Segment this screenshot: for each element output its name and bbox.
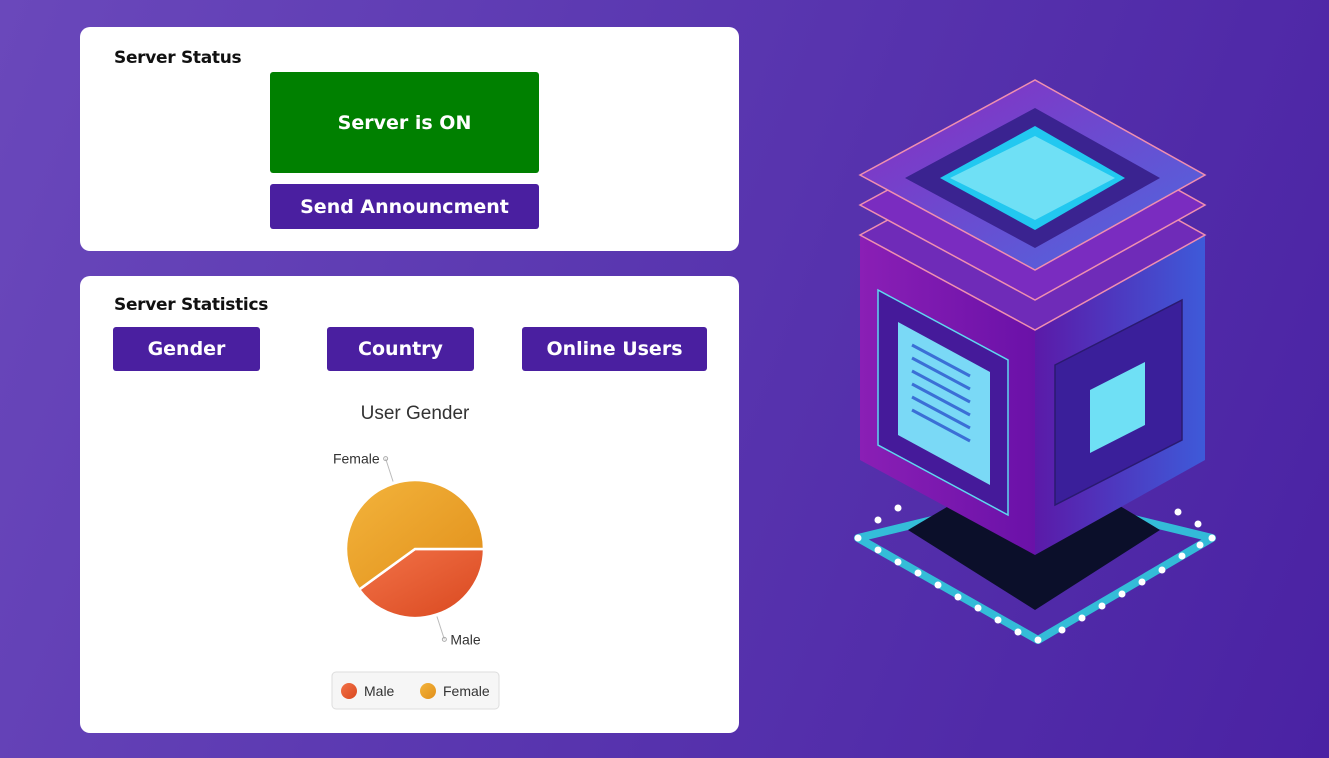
tab-country[interactable]: Country: [327, 327, 474, 371]
tab-online-users[interactable]: Online Users: [522, 327, 707, 371]
pie-leader-line: [436, 616, 445, 640]
tab-gender[interactable]: Gender: [113, 327, 260, 371]
pie-leader-line: [385, 458, 394, 482]
legend-female-label: Female: [443, 683, 490, 699]
pie-label-male: Male: [450, 631, 481, 647]
server-status-card: Server Status Server is ON Send Announcm…: [80, 27, 739, 251]
server-status-title: Server Status: [114, 48, 242, 68]
legend-male-label: Male: [364, 683, 395, 699]
send-announcement-button[interactable]: Send Announcment: [270, 184, 539, 229]
pie-slices: [344, 478, 486, 620]
server-status-button[interactable]: Server is ON: [270, 72, 539, 173]
chart-title: User Gender: [361, 403, 470, 424]
legend-female-marker: [420, 683, 436, 699]
gender-pie-chart: User Gender Male Female Male Female: [331, 403, 500, 710]
chart-legend: Male Female: [331, 671, 500, 710]
pie-label-female: Female: [333, 451, 380, 467]
server-statistics-card: Server Statistics Gender Country Online …: [80, 276, 739, 733]
legend-male-marker: [341, 683, 357, 699]
server-cube-illustration: [854, 79, 1216, 644]
server-statistics-title: Server Statistics: [114, 295, 269, 315]
